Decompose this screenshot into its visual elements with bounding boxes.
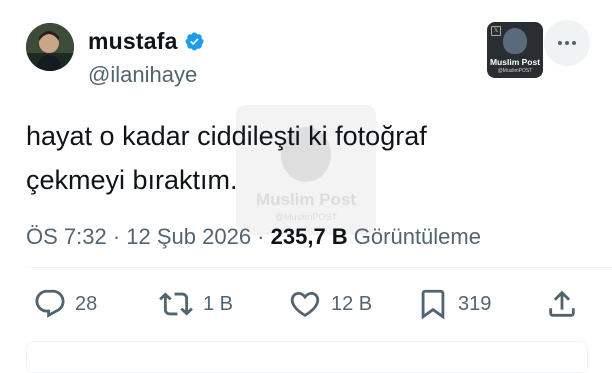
x-logo-icon: 𝕏 [491, 26, 501, 36]
bookmark-icon [421, 289, 445, 320]
reply-icon [35, 289, 65, 318]
reply-button[interactable]: 28 [33, 284, 97, 324]
heart-icon [290, 291, 320, 317]
verified-badge-icon [185, 32, 204, 51]
like-count: 12 B [331, 292, 373, 315]
tweet-date[interactable]: 12 Şub 2026 [126, 224, 251, 249]
author-display-name[interactable]: mustafa [88, 28, 178, 55]
tweet-meta: ÖS 7:32 · 12 Şub 2026 · 235,7 B Görüntül… [26, 224, 481, 250]
author-name-row: mustafa [88, 28, 205, 55]
reply-composer[interactable] [26, 341, 588, 373]
divider [26, 267, 612, 268]
bookmark-button[interactable]: 319 [416, 284, 491, 324]
tweet-card: mustafa @ilanihaye 𝕏 Muslim Post @Muslim… [0, 0, 612, 373]
share-button[interactable] [545, 284, 579, 324]
bookmark-count: 319 [458, 292, 492, 315]
more-options-button[interactable] [544, 20, 590, 66]
watermark-handle: @MuslimPOST [274, 212, 338, 222]
badge-handle: @MuslimPOST [497, 68, 533, 74]
badge-brand: Muslim Post [489, 57, 541, 67]
badge-avatar [503, 28, 527, 54]
author-handle[interactable]: @ilanihaye [88, 62, 197, 88]
views-label: Görüntüleme [347, 224, 481, 249]
more-horizontal-icon [558, 41, 576, 45]
repost-count: 1 B [203, 292, 234, 315]
view-count: 235,7 B [270, 224, 348, 249]
tweet-time[interactable]: ÖS 7:32 [26, 224, 107, 249]
share-icon [549, 290, 575, 317]
author-avatar[interactable] [26, 23, 74, 71]
reply-count: 28 [75, 292, 98, 315]
muslim-post-badge: 𝕏 Muslim Post @MuslimPOST [487, 22, 543, 78]
repost-button[interactable]: 1 B [157, 284, 233, 324]
repost-icon [159, 292, 193, 316]
meta-separator: · [251, 224, 271, 249]
like-button[interactable]: 12 B [287, 284, 372, 324]
tweet-text: hayat o kadar ciddileşti ki fotoğraf çek… [26, 121, 427, 195]
meta-separator: · [106, 224, 127, 249]
